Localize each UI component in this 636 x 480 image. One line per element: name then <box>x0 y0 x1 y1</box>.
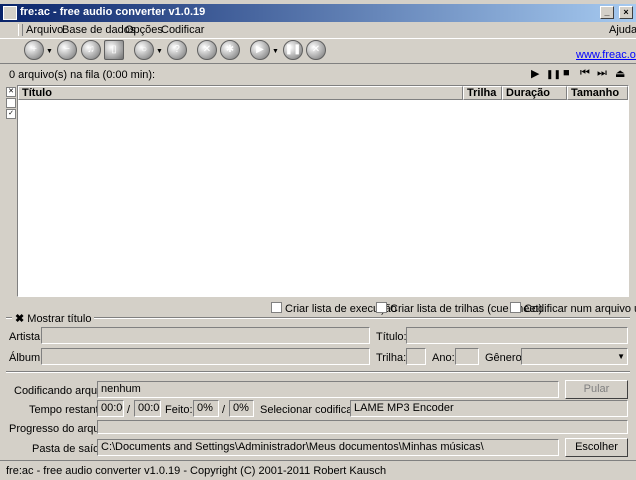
encoding-file-field: nenhum <box>97 381 559 398</box>
skip-button[interactable]: Pular <box>565 380 628 399</box>
tools-icon[interactable]: ✕ <box>197 40 217 60</box>
close-button[interactable]: × <box>619 6 633 19</box>
window-title: fre:ac - free audio converter v1.0.19 <box>20 6 206 18</box>
choose-folder-button[interactable]: Escolher <box>565 438 628 457</box>
done-total-field: 0% <box>229 400 254 417</box>
file-progress-bar <box>97 420 628 434</box>
minimize-button[interactable]: _ <box>600 6 614 19</box>
add-files-icon[interactable]: + <box>24 40 44 60</box>
column-header-tamanho[interactable]: Tamanho <box>567 86 628 100</box>
album-label: Álbum: <box>9 352 44 364</box>
checkbox[interactable] <box>376 302 387 313</box>
toolbar: + ▼ − ♫ ▯ ○ ▼ ? ✕ ✱ ▶ ▼ ❚❚ ✕ <box>0 38 636 64</box>
output-folder-field[interactable]: C:\Documents and Settings\Administrador\… <box>97 439 559 456</box>
cddb-icon[interactable]: ? <box>167 40 187 60</box>
album-field[interactable] <box>41 348 370 365</box>
stop-icon[interactable]: ✕ <box>306 40 326 60</box>
cd-info-icon[interactable]: ▯ <box>104 40 124 60</box>
show-title-label: Mostrar título <box>27 313 92 325</box>
track-list[interactable]: Título Trilha Duração Tamanho <box>17 85 629 297</box>
app-window: fre:ac - free audio converter v1.0.19 _ … <box>0 0 636 480</box>
pause-icon[interactable]: ❚❚ <box>283 40 303 60</box>
toggle-selection-icon[interactable]: ✓ <box>6 109 16 119</box>
chevron-down-icon[interactable]: ▼ <box>46 48 53 55</box>
year-field[interactable] <box>455 348 479 365</box>
select-all-icon[interactable]: ✕ <box>6 87 16 97</box>
show-title-toggle[interactable]: ✖ Mostrar título <box>12 312 95 325</box>
menu-codificar[interactable]: Codificar <box>161 24 204 36</box>
title-label: Título: <box>376 331 407 343</box>
column-header-duracao[interactable]: Duração <box>502 86 567 100</box>
menu-grip <box>18 24 23 36</box>
play-button[interactable]: ▶ <box>531 67 539 80</box>
gear-icon[interactable]: ✱ <box>220 40 240 60</box>
time-left-field: 00:00 <box>97 400 124 417</box>
queue-status: 0 arquivo(s) na fila (0:00 min): <box>9 69 156 81</box>
chevron-down-icon[interactable]: ▼ <box>272 48 279 55</box>
search-icon[interactable]: ○ <box>134 40 154 60</box>
track-field[interactable] <box>406 348 426 365</box>
single-file-option[interactable]: Codificar num arquivo único <box>510 302 636 315</box>
close-icon: ✖ <box>15 313 25 325</box>
checkbox[interactable] <box>510 302 521 313</box>
single-file-label: Codificar num arquivo único <box>524 303 636 315</box>
done-field: 0% <box>193 400 219 417</box>
title-bar: fre:ac - free audio converter v1.0.19 _ … <box>0 4 636 22</box>
done-slash: / <box>222 404 226 416</box>
stop-button[interactable]: ■ <box>563 67 570 79</box>
status-bar: fre:ac - free audio converter v1.0.19 - … <box>0 460 636 480</box>
genre-label: Gênero: <box>485 352 525 364</box>
encoder-field[interactable]: LAME MP3 Encoder <box>350 400 628 417</box>
next-button[interactable]: ⏭ <box>597 67 607 80</box>
title-info-separator <box>6 317 630 319</box>
column-header-titulo[interactable]: Título <box>18 86 463 100</box>
eject-button[interactable]: ⏏ <box>615 67 625 80</box>
play-icon[interactable]: ▶ <box>250 40 270 60</box>
remove-files-icon[interactable]: − <box>57 40 77 60</box>
time-total-field: 00:00 <box>134 400 161 417</box>
artist-label: Artista: <box>9 331 44 343</box>
time-slash: / <box>127 404 131 416</box>
app-icon <box>3 6 17 20</box>
chevron-down-icon: ▼ <box>617 352 625 361</box>
chevron-down-icon[interactable]: ▼ <box>156 48 163 55</box>
select-none-icon[interactable] <box>6 98 16 108</box>
status-text: fre:ac - free audio converter v1.0.19 - … <box>6 465 387 477</box>
encoding-separator <box>6 371 630 373</box>
menu-bar: Arquivo Base de dados Opções Codificar A… <box>0 22 636 38</box>
checkbox[interactable] <box>271 302 282 313</box>
column-header-trilha[interactable]: Trilha <box>463 86 502 100</box>
previous-button[interactable]: ⏮ <box>580 67 590 80</box>
website-link[interactable]: www.freac.org <box>576 49 636 61</box>
menu-opcoes[interactable]: Opções <box>125 24 163 36</box>
menu-arquivo[interactable]: Arquivo <box>26 24 63 36</box>
artist-field[interactable] <box>41 327 370 344</box>
genre-select[interactable]: ▼ <box>521 348 628 365</box>
music-note-icon[interactable]: ♫ <box>81 40 101 60</box>
pause-button[interactable]: ❚❚ <box>546 69 561 80</box>
menu-ajuda[interactable]: Ajuda <box>609 24 636 36</box>
year-label: Ano: <box>432 352 455 364</box>
title-field[interactable] <box>406 327 628 344</box>
track-label: Trilha: <box>376 352 407 364</box>
done-label: Feito: <box>165 404 193 416</box>
